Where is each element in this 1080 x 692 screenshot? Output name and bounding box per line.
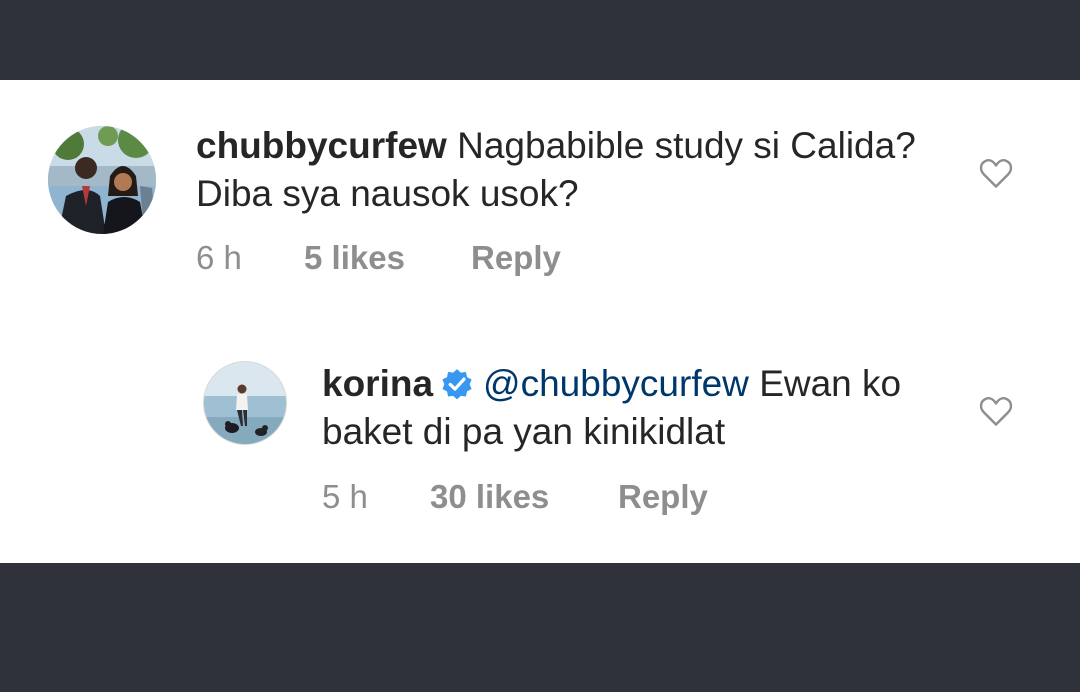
mention-link[interactable]: @chubbycurfew xyxy=(483,363,749,404)
comments-panel: chubbycurfew Nagbabible study si Calida?… xyxy=(0,80,1080,563)
comment-likes[interactable]: 30 likes xyxy=(430,477,549,517)
comment-time: 6 h xyxy=(196,239,242,276)
comment-body: chubbycurfew Nagbabible study si Calida?… xyxy=(196,122,936,218)
top-dark-bar xyxy=(0,0,1080,80)
comment-body: korina @chubbycurfew Ewan ko baket di pa… xyxy=(322,360,962,456)
comment-time: 5 h xyxy=(322,478,368,515)
bottom-dark-bar xyxy=(0,563,1080,692)
heart-outline-icon[interactable] xyxy=(978,393,1014,429)
comment-likes[interactable]: 5 likes xyxy=(304,238,405,278)
verified-badge-icon xyxy=(442,369,472,400)
comment-username[interactable]: chubbycurfew xyxy=(196,125,447,166)
avatar[interactable] xyxy=(48,126,156,234)
comment-username[interactable]: korina xyxy=(322,363,433,404)
reply-button[interactable]: Reply xyxy=(471,238,561,278)
reply-button[interactable]: Reply xyxy=(618,477,708,517)
heart-outline-icon[interactable] xyxy=(978,155,1014,191)
avatar[interactable] xyxy=(203,361,287,445)
